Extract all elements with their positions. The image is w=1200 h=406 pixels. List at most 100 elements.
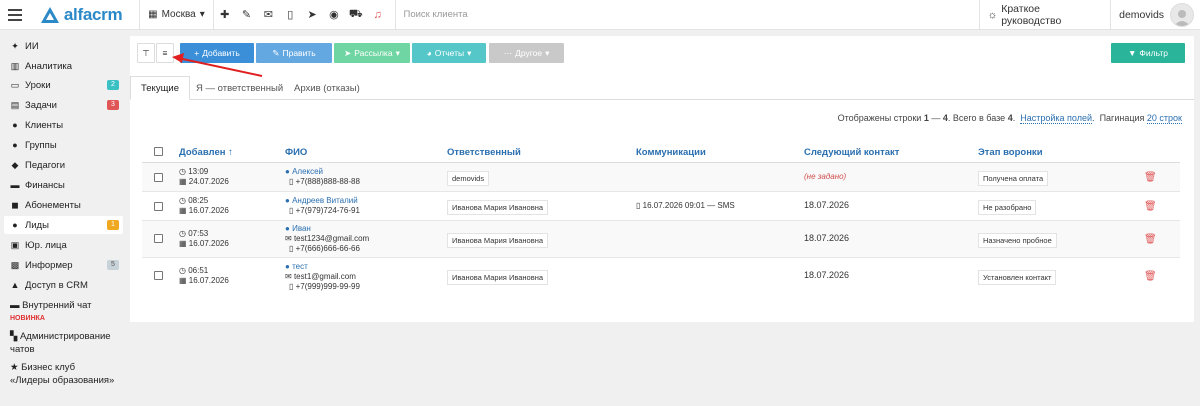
sidebar-item-teachers[interactable]: ◆ Педагоги [4, 156, 123, 174]
list-view-button[interactable]: ≡ [156, 43, 174, 63]
phone-icon: ▯ [289, 282, 296, 291]
funnel-view-button[interactable]: ⊤ [137, 43, 155, 63]
quick-guide-link[interactable]: ☼ Краткое руководство [978, 0, 1111, 30]
sidebar-item-leads[interactable]: ● Лиды 1 [4, 216, 123, 234]
table-row[interactable]: ◷ 06:51 ▦ 16.07.2026 ● тест ✉ test1@gmai… [142, 258, 1180, 294]
next-contact: (не задано) [804, 172, 847, 181]
trash-icon[interactable]: 🗑 [1144, 271, 1157, 282]
sidebar-item-chat-admin[interactable]: ▚ Администрирование чатов [10, 330, 125, 356]
lead-name[interactable]: ● Андреев Виталий [285, 196, 358, 206]
sidebar-item-analytics[interactable]: ▥ Аналитика [4, 57, 123, 75]
star-icon: ★ [10, 362, 22, 373]
envelope-icon: ✉ [285, 272, 294, 281]
caret-down-icon: ▾ [545, 47, 550, 58]
filter-button[interactable]: ▼ Фильтр [1111, 43, 1185, 63]
pencil-icon: ✎ [272, 47, 280, 58]
lead-name[interactable]: ● тест [285, 262, 308, 272]
city-selector[interactable]: ▦ Москва ▾ [140, 0, 213, 30]
lead-name[interactable]: ● Алексей [285, 167, 323, 177]
mailing-button[interactable]: ➤ Рассылка ▾ [334, 43, 410, 63]
pie-icon: ◕ [426, 48, 432, 58]
row-checkbox[interactable] [154, 234, 163, 243]
wrench-icon[interactable]: ✎ [236, 0, 258, 30]
sidebar-item-subscriptions[interactable]: ◼ Абонементы [4, 196, 123, 214]
telegram-icon[interactable]: ➤ [301, 0, 323, 30]
sidebar-item-label: Информер [25, 259, 73, 271]
responsible-tag: Иванова Мария Ивановна [447, 233, 549, 248]
add-button[interactable]: + Добавить [180, 43, 254, 63]
column-funnel-stage[interactable]: Этап воронки [978, 147, 1043, 158]
calendar-icon: ▦ [179, 177, 189, 186]
tab-current[interactable]: Текущие [130, 76, 190, 100]
tab-responsible[interactable]: Я — ответственный [186, 76, 293, 100]
lead-name[interactable]: ● Иван [285, 224, 311, 234]
phone-icon[interactable]: ▯ [279, 0, 301, 30]
sidebar-item-label: Клиенты [25, 119, 64, 131]
bell-icon[interactable]: ♫ [367, 0, 389, 30]
menu-icon[interactable] [4, 8, 26, 21]
sidebar-item-lessons[interactable]: ▭ Уроки 2 [4, 76, 123, 94]
table-row[interactable]: ◷ 08:25 ▦ 16.07.2026 ● Андреев Виталий ▯… [142, 192, 1180, 220]
row-checkbox[interactable] [154, 202, 163, 211]
table-row[interactable]: ◷ 07:53 ▦ 16.07.2026 ● Иван ✉ test1234@g… [142, 221, 1180, 257]
plus-icon[interactable]: ✚ [214, 0, 236, 30]
select-all-checkbox[interactable] [154, 147, 163, 156]
field-settings-link[interactable]: Настройка полей [1020, 113, 1093, 124]
bulb-icon: ☼ [987, 8, 998, 21]
envelope-icon[interactable]: ✉ [257, 0, 279, 30]
row-checkbox[interactable] [154, 173, 163, 182]
sidebar-item-finance[interactable]: ▬ Финансы [4, 176, 123, 194]
trash-icon[interactable]: 🗑 [1144, 234, 1157, 245]
client-search-input[interactable]: Поиск клиента [394, 0, 931, 30]
phone-icon: ▯ [289, 244, 296, 253]
trash-icon[interactable]: 🗑 [1144, 201, 1157, 212]
pagination-link[interactable]: 20 строк [1146, 113, 1182, 124]
city-label: Москва [161, 9, 196, 20]
sidebar-item-crm-access[interactable]: ▲ Доступ в CRM [4, 276, 123, 294]
column-responsible[interactable]: Ответственный [447, 147, 521, 158]
avatar[interactable] [1170, 2, 1195, 27]
logo-icon [40, 6, 59, 23]
user-menu[interactable]: demovids [1110, 0, 1200, 30]
whatsapp-icon[interactable]: ◉ [323, 0, 345, 30]
sidebar-item-internal-chat[interactable]: ▬ Внутренний чат НОВИНКА [10, 299, 125, 325]
column-next-contact[interactable]: Следующий контакт [804, 147, 899, 158]
column-name[interactable]: ФИО [285, 147, 307, 158]
sidebar-item-tasks[interactable]: ▤ Задачи 3 [4, 96, 123, 114]
funnel-stage-tag: Установлен контакт [978, 270, 1057, 285]
column-added[interactable]: Добавлен ↑ [179, 147, 233, 158]
column-communications[interactable]: Коммуникации [636, 147, 706, 158]
other-button[interactable]: ⋯ Другое ▾ [489, 43, 564, 63]
logo[interactable]: alfacrm [40, 5, 139, 25]
phone-icon: ▯ [289, 206, 296, 215]
cart-icon[interactable]: ⛟ [345, 0, 367, 30]
chat-admin-icon: ▚ [10, 331, 20, 342]
added-time: ◷ 07:53 [179, 229, 209, 238]
subscription-icon: ◼ [11, 199, 19, 210]
reports-button[interactable]: ◕ Отчеты ▾ [412, 43, 486, 63]
row-checkbox[interactable] [154, 271, 163, 280]
sidebar-item-label: Финансы [25, 179, 65, 191]
sidebar-item-ai[interactable]: ✦ ИИ [4, 37, 123, 55]
calendar-icon: ▦ [179, 276, 189, 285]
edit-button[interactable]: ✎ Править [256, 43, 332, 63]
tab-archive[interactable]: Архив (отказы) [284, 76, 370, 100]
communication: ▯ 16.07.2026 09:01 — SMS [636, 201, 735, 210]
sidebar-item-informer[interactable]: ▩ Информер 5 [4, 256, 123, 274]
added-date: ▦ 16.07.2026 [179, 239, 229, 248]
sidebar-item-label: Аналитика [25, 60, 73, 72]
lessons-icon: ▭ [10, 79, 20, 90]
table-row[interactable]: ◷ 13:09 ▦ 24.07.2026 ● Алексей ▯ +7(888)… [142, 163, 1180, 191]
user-silhouette-icon [1174, 9, 1191, 26]
trash-icon[interactable]: 🗑 [1144, 172, 1157, 183]
funnel-stage-tag: Не разобрано [978, 200, 1037, 215]
lead-email: ✉ test1234@gmail.com [285, 234, 370, 243]
clock-icon: ◷ [179, 196, 189, 205]
sidebar-item-clients[interactable]: ● Клиенты [4, 116, 123, 134]
added-time: ◷ 13:09 [179, 167, 209, 176]
sidebar-item-legal-entities[interactable]: ▣ Юр. лица [4, 236, 123, 254]
business-club-label-2: «Лидеры образования» [10, 375, 115, 386]
finance-icon: ▬ [10, 180, 20, 190]
sidebar-item-business-club[interactable]: ★ Бизнес клуб «Лидеры образования» [10, 361, 125, 387]
sidebar-item-groups[interactable]: ● Группы [4, 136, 123, 154]
